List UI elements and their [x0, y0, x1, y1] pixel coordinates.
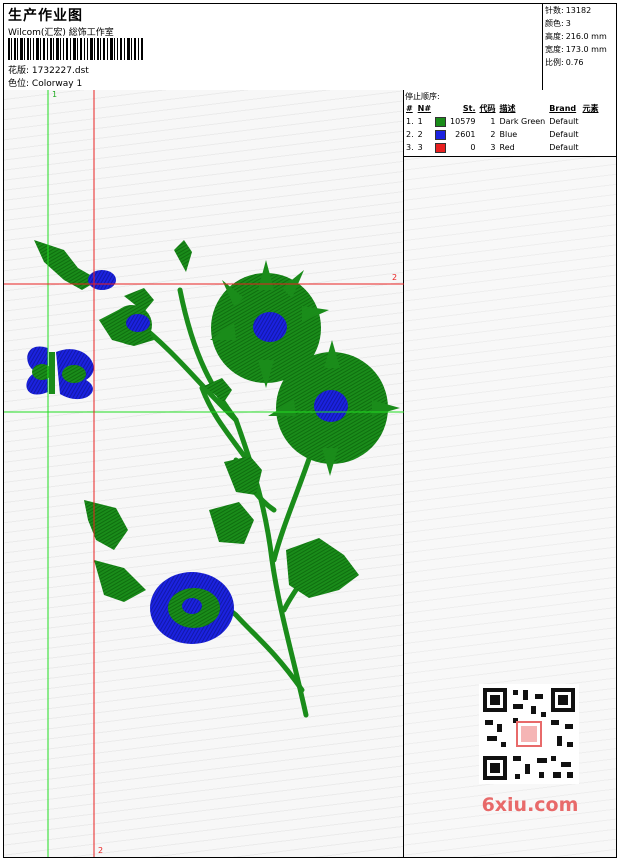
table-header-row: # N# St. 代码 描述 Brand 元素: [404, 102, 601, 115]
stat-width: 宽度: 173.0 mm: [543, 43, 616, 56]
stat-stitches: 针数: 13182: [543, 4, 616, 17]
col-header: 元素: [582, 104, 599, 113]
col-header: #: [406, 104, 413, 113]
row-code: 3: [490, 143, 496, 152]
butterfly: [26, 346, 94, 400]
col-header: St.: [462, 104, 476, 113]
color-swatch: [435, 142, 447, 153]
small-bud-mid: [112, 305, 152, 345]
col-header: N#: [417, 104, 432, 113]
stat-scale: 比例: 0.76: [543, 56, 616, 69]
col-header-swatch: [433, 102, 448, 115]
stop-sequence-table: # N# St. 代码 描述 Brand 元素 1. 1 10579 1 Dar…: [404, 102, 601, 154]
color-swatch-cell: [433, 115, 448, 128]
colorway-value: Colorway 1: [31, 79, 83, 89]
stop-sequence-title: 停止顺序:: [405, 92, 440, 101]
table-row[interactable]: 3. 3 0 3 Red Default: [404, 141, 601, 154]
guide-lines: [4, 90, 404, 857]
table-row[interactable]: 1. 1 10579 1 Dark Green Default: [404, 115, 601, 128]
stat-height: 高度: 216.0 mm: [543, 30, 616, 43]
stat-label: 宽度:: [545, 45, 564, 54]
row-element: [581, 128, 601, 141]
barcode-image: [8, 38, 143, 60]
colorway-label: 色位:: [8, 79, 30, 89]
col-header: 描述: [499, 104, 516, 113]
row-number: 1: [417, 117, 423, 126]
watermark-text: 6xiu.com: [481, 794, 579, 816]
page-title: 生产作业图: [8, 8, 83, 24]
row-code: 1: [490, 117, 496, 126]
info-pane: 停止顺序: # N# St. 代码 描述 Brand 元素 1. 1 10579…: [404, 90, 616, 857]
stat-value: 173.0 mm: [565, 45, 607, 54]
col-header: Brand: [549, 104, 577, 113]
red-vertical-guide-label: 2: [98, 846, 104, 855]
row-element: [581, 115, 601, 128]
stat-label: 针数:: [545, 6, 564, 15]
row-element: [581, 141, 601, 154]
embroidery-design: [4, 90, 404, 857]
row-description: Blue: [499, 130, 518, 139]
studio-name: Wilcom(汇宏) 総饰工作室: [8, 28, 114, 38]
stat-value: 3: [565, 19, 571, 28]
design-canvas[interactable]: 1 2 2: [4, 90, 404, 857]
row-description: Red: [499, 143, 515, 152]
stat-colors: 颜色: 3: [543, 17, 616, 30]
design-label: 花版:: [8, 66, 30, 76]
stop-sequence-panel: 停止顺序: # N# St. 代码 描述 Brand 元素 1. 1 10579…: [404, 90, 616, 157]
stat-value: 0.76: [565, 58, 584, 67]
stat-label: 比例:: [545, 58, 564, 67]
row-brand: Default: [549, 130, 579, 139]
row-index: 3.: [406, 143, 414, 152]
row-index: 2.: [406, 130, 414, 139]
row-index: 1.: [406, 117, 414, 126]
green-guide-label: 1: [52, 90, 58, 99]
row-number: 2: [417, 130, 423, 139]
stat-label: 高度:: [545, 32, 564, 41]
stat-label: 颜色:: [545, 19, 564, 28]
stat-value: 13182: [565, 6, 592, 15]
small-bud-left: [88, 270, 116, 290]
row-stitches: 10579: [450, 117, 476, 126]
qr-code-image: [479, 684, 579, 784]
header-panel: 生产作业图 Wilcom(汇宏) 総饰工作室 花版: 1732227.dst 色…: [4, 4, 616, 91]
color-swatch-cell: [433, 141, 448, 154]
stat-value: 216.0 mm: [565, 32, 607, 41]
row-code: 2: [490, 130, 496, 139]
row-stitches: 0: [470, 143, 476, 152]
color-swatch: [435, 116, 447, 127]
row-stitches: 2601: [455, 130, 476, 139]
stats-panel: 针数: 13182 颜色: 3 高度: 216.0 mm 宽度: 173.0 mm 比例…: [542, 4, 616, 90]
qr-watermark-card: 6xiu.com: [474, 684, 586, 824]
color-swatch: [435, 129, 447, 140]
row-brand: Default: [549, 117, 579, 126]
color-swatch-cell: [433, 128, 448, 141]
production-sheet: 生产作业图 Wilcom(汇宏) 総饰工作室 花版: 1732227.dst 色…: [3, 3, 617, 858]
row-brand: Default: [549, 143, 579, 152]
row-number: 3: [417, 143, 423, 152]
colorway-row: 色位: Colorway 1: [8, 76, 82, 89]
rose-bottom: [150, 572, 234, 644]
design-file-value: 1732227.dst: [31, 66, 89, 76]
red-horizontal-guide-label: 2: [392, 273, 398, 282]
row-description: Dark Green: [499, 117, 546, 126]
design-file-row: 花版: 1732227.dst: [8, 63, 89, 76]
table-row[interactable]: 2. 2 2601 2 Blue Default: [404, 128, 601, 141]
col-header: 代码: [479, 104, 496, 113]
